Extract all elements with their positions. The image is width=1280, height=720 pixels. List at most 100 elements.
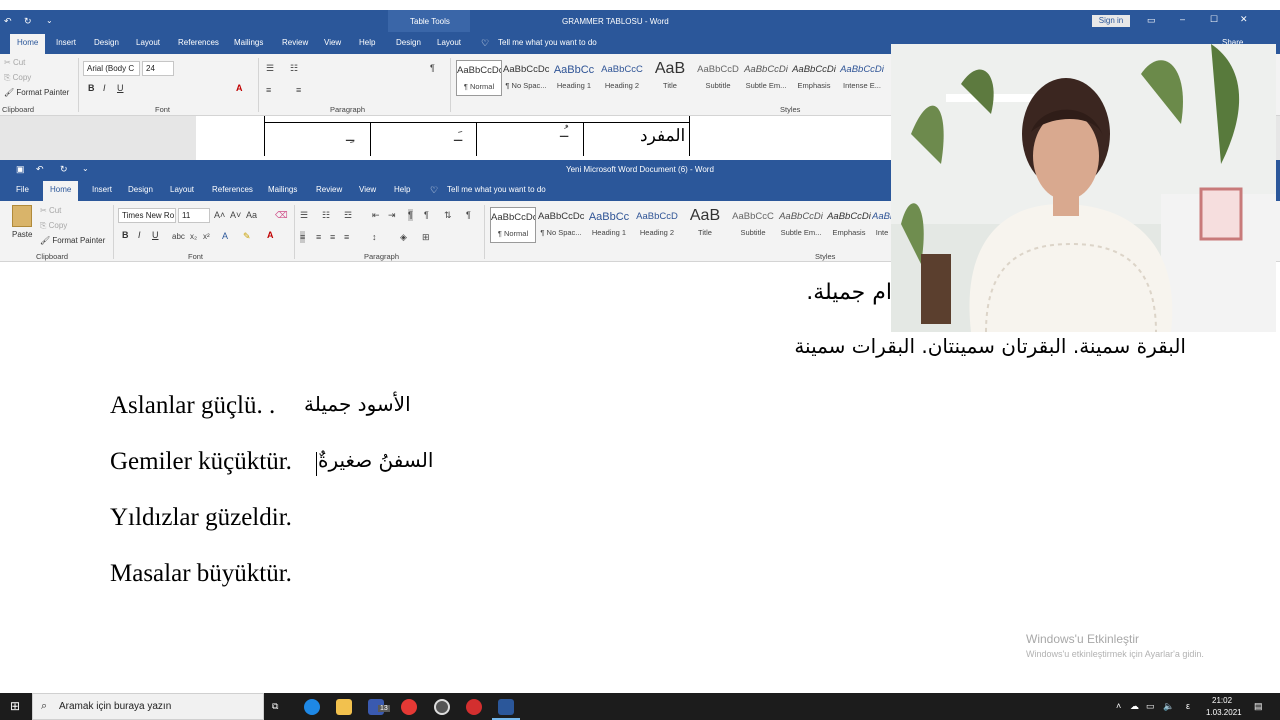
file-explorer-icon[interactable]	[336, 699, 352, 715]
tab-layout[interactable]: Layout	[170, 185, 194, 194]
tab-insert[interactable]: Insert	[92, 185, 112, 194]
subscript-icon[interactable]: x₂	[190, 231, 197, 243]
tab-table-layout[interactable]: Layout	[437, 38, 461, 47]
clock-date[interactable]: 1.03.2021	[1206, 708, 1242, 717]
undo-icon[interactable]: ↶	[36, 163, 44, 175]
style-subtle-emphasis[interactable]: AaBbCcDi Subtle Em...	[778, 207, 824, 243]
clock-time[interactable]: 21:02	[1212, 696, 1232, 705]
style-heading-2[interactable]: AaBbCcD Heading 2	[634, 207, 680, 243]
tab-file[interactable]: File	[16, 185, 29, 194]
strikethrough-icon[interactable]: abc	[172, 231, 185, 243]
rtl-icon[interactable]: ¶	[424, 209, 429, 221]
tray-overflow-icon[interactable]: ˄	[1116, 700, 1121, 712]
tab-references[interactable]: References	[212, 185, 253, 194]
paste-icon[interactable]	[12, 205, 32, 227]
bullets-icon[interactable]: ☰	[266, 62, 274, 74]
underline-icon[interactable]: U	[117, 83, 124, 93]
redo-icon[interactable]: ↻	[24, 15, 32, 27]
style-normal[interactable]: AaBbCcDc ¶ Normal	[490, 207, 536, 243]
underline-icon[interactable]: U	[152, 230, 159, 240]
table-cell[interactable]: ـَـ	[454, 128, 462, 145]
format-painter-button[interactable]: 🖌 Format Painter	[4, 88, 69, 97]
tab-design[interactable]: Design	[128, 185, 153, 194]
numbering-icon[interactable]: ☷	[322, 209, 330, 221]
undo-icon[interactable]: ↶	[4, 15, 12, 27]
windows-start-icon[interactable]: ⊞	[10, 700, 20, 712]
multilevel-list-icon[interactable]: ☲	[344, 209, 352, 221]
align-left-icon[interactable]: ≡	[300, 231, 306, 243]
qat-more-icon[interactable]: ⌄	[82, 163, 89, 175]
text-effects-icon[interactable]: A	[222, 230, 228, 242]
minimize-icon[interactable]: –	[1180, 13, 1185, 25]
tell-me-box[interactable]: Tell me what you want to do	[498, 38, 597, 47]
network-icon[interactable]: ☁	[1130, 700, 1139, 712]
italic-icon[interactable]: I	[138, 230, 141, 240]
borders-icon[interactable]: ⊞	[422, 231, 430, 243]
style-no-spacing[interactable]: AaBbCcDc ¶ No Spac...	[538, 207, 584, 243]
style-emphasis[interactable]: AaBbCcDi Emphasis	[791, 60, 837, 96]
qat-more-icon[interactable]: ⌄	[46, 15, 53, 27]
change-case-icon[interactable]: Aa	[246, 209, 257, 221]
style-intense-emphasis[interactable]: AaBbInte	[872, 207, 892, 243]
tab-review[interactable]: Review	[282, 38, 308, 47]
back-document-page[interactable]: ـِـ ـَـ ـُـ المفرد	[196, 116, 896, 160]
justify-icon[interactable]: ≡	[344, 231, 349, 243]
bold-icon[interactable]: B	[88, 83, 95, 93]
sort-icon[interactable]: ⇅	[444, 209, 452, 221]
table-cell[interactable]: المفرد	[640, 126, 685, 146]
volume-icon[interactable]: 🔈	[1163, 700, 1174, 712]
input-language[interactable]: ε	[1186, 701, 1190, 711]
sign-in-button[interactable]: Sign in	[1092, 15, 1130, 27]
notifications-icon[interactable]: ▤	[1254, 700, 1263, 712]
shading-icon[interactable]: ◈	[400, 231, 407, 243]
tab-mailings[interactable]: Mailings	[268, 185, 297, 194]
save-icon[interactable]: ▣	[16, 163, 25, 175]
word-icon[interactable]	[498, 699, 514, 715]
italic-icon[interactable]: I	[103, 83, 106, 93]
style-normal[interactable]: AaBbCcDc ¶ Normal	[456, 60, 502, 96]
obs-icon[interactable]	[434, 699, 450, 715]
tab-help[interactable]: Help	[359, 38, 375, 47]
font-color-icon[interactable]: A	[236, 83, 243, 93]
font-size-box[interactable]: 11	[178, 208, 210, 223]
highlight-icon[interactable]: ✎	[243, 230, 251, 242]
style-heading-1[interactable]: AaBbCc Heading 1	[586, 207, 632, 243]
line-spacing-icon[interactable]: ↕	[372, 231, 377, 243]
pilcrow-icon[interactable]: ¶	[430, 62, 435, 74]
format-painter-button[interactable]: 🖌 Format Painter	[40, 236, 105, 245]
superscript-icon[interactable]: x²	[203, 231, 210, 243]
font-size-box[interactable]: 24	[142, 61, 174, 76]
style-heading-2[interactable]: AaBbCcC Heading 2	[599, 60, 645, 96]
cut-button[interactable]: ✂ Cut	[4, 58, 25, 67]
edge-icon[interactable]	[304, 699, 320, 715]
style-subtle-emphasis[interactable]: AaBbCcDi Subtle Em...	[743, 60, 789, 96]
tab-references[interactable]: References	[178, 38, 219, 47]
tab-mailings[interactable]: Mailings	[234, 38, 263, 47]
paste-button[interactable]: Paste	[12, 230, 32, 239]
close-icon[interactable]: ✕	[1240, 13, 1248, 25]
style-subtitle[interactable]: AaBbCcD Subtitle	[695, 60, 741, 96]
chrome-profile-icon[interactable]	[466, 699, 482, 715]
align-left-icon[interactable]: ≡	[266, 84, 271, 96]
increase-indent-icon[interactable]: ⇥	[388, 209, 396, 221]
style-intense-emphasis[interactable]: AaBbCcDi Intense E...	[839, 60, 885, 96]
align-center-icon[interactable]: ≡	[316, 231, 321, 243]
tab-view[interactable]: View	[324, 38, 341, 47]
decrease-indent-icon[interactable]: ⇤	[372, 209, 380, 221]
tab-view[interactable]: View	[359, 185, 376, 194]
tab-home[interactable]: Home	[10, 34, 46, 54]
battery-icon[interactable]: ▭	[1146, 700, 1155, 712]
redo-icon[interactable]: ↻	[60, 163, 68, 175]
align-center-icon[interactable]: ≡	[296, 84, 301, 96]
chrome-icon[interactable]	[401, 699, 417, 715]
grow-font-icon[interactable]: A˄	[214, 209, 225, 221]
bullets-icon[interactable]: ☰	[300, 209, 308, 221]
numbering-icon[interactable]: ☷	[290, 62, 298, 74]
style-subtitle[interactable]: AaBbCcC Subtitle	[730, 207, 776, 243]
copy-button[interactable]: ⎘ Copy	[4, 73, 31, 83]
align-right-icon[interactable]: ≡	[330, 231, 335, 243]
tab-insert[interactable]: Insert	[56, 38, 76, 47]
style-heading-1[interactable]: AaBbCc Heading 1	[551, 60, 597, 96]
font-name-box[interactable]: Arial (Body C	[83, 61, 140, 76]
copy-button[interactable]: ⎘ Copy	[40, 221, 67, 231]
